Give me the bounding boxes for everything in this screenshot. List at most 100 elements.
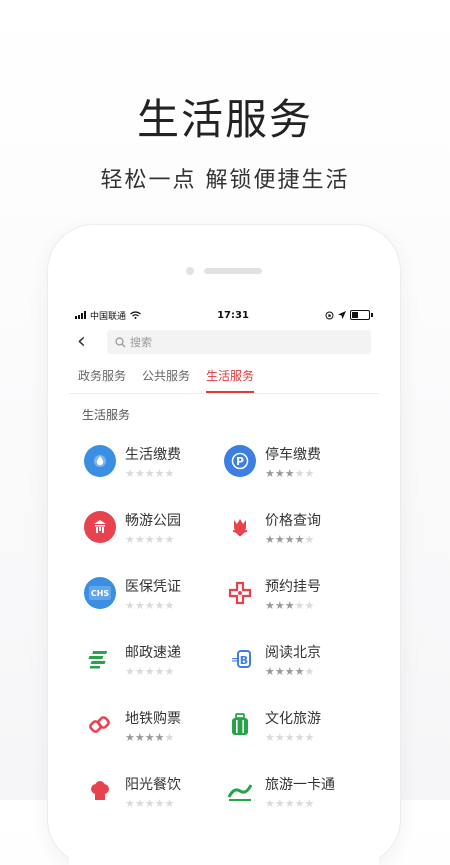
medical-insurance-icon: CHS — [84, 577, 116, 609]
lock-rotation-icon — [325, 311, 334, 319]
star-icon: ★ — [144, 466, 155, 480]
service-name: 生活缴费 — [125, 446, 181, 463]
service-name: 预约挂号 — [265, 578, 321, 595]
service-name: 阳光餐饮 — [125, 776, 181, 793]
book-icon: = B — [224, 643, 256, 675]
star-icon: ★ — [144, 598, 155, 612]
star-icon: ★ — [274, 532, 285, 546]
star-icon: ★ — [294, 730, 305, 744]
star-icon: ★ — [164, 466, 175, 480]
phone-screen: 中国联通 17:31 ‹ 搜索 政务服务 公共服务 生活服务 生活服务 生活缴费… — [69, 305, 379, 865]
carrier-label: 中国联通 — [90, 311, 127, 322]
service-name: 邮政速递 — [125, 644, 181, 661]
card-icon — [224, 775, 256, 807]
star-icon: ★ — [164, 598, 175, 612]
star-rating: ★ ★ ★ ★ ★ — [125, 600, 181, 611]
star-icon: ★ — [125, 532, 135, 546]
star-icon: ★ — [265, 730, 275, 744]
svg-text:B: B — [240, 654, 248, 667]
service-name: 医保凭证 — [125, 578, 181, 595]
star-rating: ★ ★ ★ ★ ★ — [265, 534, 321, 545]
star-icon: ★ — [265, 796, 275, 810]
search-input[interactable]: 搜索 — [107, 330, 371, 354]
star-icon: ★ — [284, 598, 295, 612]
droplet-icon — [84, 445, 116, 477]
camera-dot — [186, 267, 194, 275]
tab-bar: 政务服务 公共服务 生活服务 — [69, 363, 379, 394]
star-icon: ★ — [274, 664, 285, 678]
star-icon: ★ — [265, 598, 275, 612]
search-placeholder: 搜索 — [130, 336, 152, 349]
battery-icon — [349, 310, 370, 320]
service-item[interactable]: 地铁购票 ★ ★ ★ ★ ★ — [84, 703, 224, 747]
star-rating: ★ ★ ★ ★ ★ — [125, 732, 181, 743]
star-icon: ★ — [125, 664, 135, 678]
star-icon: ★ — [125, 796, 135, 810]
star-icon: ★ — [304, 730, 315, 744]
back-icon[interactable]: ‹ — [77, 331, 99, 353]
star-icon: ★ — [164, 664, 175, 678]
star-icon: ★ — [265, 532, 275, 546]
location-arrow-icon — [337, 311, 346, 319]
star-rating: ★ ★ ★ ★ ★ — [125, 666, 181, 677]
star-icon: ★ — [134, 796, 145, 810]
hero-subtitle: 轻松一点 解锁便捷生活 — [100, 168, 350, 193]
search-bar: ‹ 搜索 — [69, 327, 379, 357]
phone-frame: 中国联通 17:31 ‹ 搜索 政务服务 公共服务 生活服务 生活服务 生活缴费… — [48, 225, 400, 865]
service-item[interactable]: 畅游公园 ★ ★ ★ ★ ★ — [84, 505, 224, 549]
signal-icon — [75, 311, 86, 319]
post-icon — [84, 643, 116, 675]
star-icon: ★ — [125, 730, 135, 744]
star-icon: ★ — [154, 598, 165, 612]
star-icon: ★ — [284, 466, 295, 480]
star-rating: ★ ★ ★ ★ ★ — [265, 666, 321, 677]
service-item[interactable]: = B 阅读北京 ★ ★ ★ ★ ★ — [224, 637, 364, 681]
tab-life[interactable]: 生活服务 — [206, 367, 255, 393]
service-item[interactable]: 文化旅游 ★ ★ ★ ★ ★ — [224, 703, 364, 747]
tab-government[interactable]: 政务服务 — [78, 367, 126, 393]
star-icon: ★ — [274, 730, 285, 744]
svg-text:CHS: CHS — [91, 589, 110, 598]
star-rating: ★ ★ ★ ★ ★ — [265, 468, 321, 479]
star-icon: ★ — [304, 532, 315, 546]
star-icon: ★ — [164, 532, 175, 546]
star-icon: ★ — [274, 796, 285, 810]
service-item[interactable]: 旅游一卡通 ★ ★ ★ ★ ★ — [224, 769, 364, 813]
service-item[interactable]: 生活缴费 ★ ★ ★ ★ ★ — [84, 439, 224, 483]
star-icon: ★ — [284, 796, 295, 810]
service-item[interactable]: CHS 医保凭证 ★ ★ ★ ★ ★ — [84, 571, 224, 615]
service-name: 价格查询 — [265, 512, 321, 529]
star-icon: ★ — [154, 664, 165, 678]
service-item[interactable]: 预约挂号 ★ ★ ★ ★ ★ — [224, 571, 364, 615]
star-icon: ★ — [134, 598, 145, 612]
service-item[interactable]: 邮政速递 ★ ★ ★ ★ ★ — [84, 637, 224, 681]
star-icon: ★ — [294, 532, 305, 546]
service-grid: 生活缴费 ★ ★ ★ ★ ★ P 停车缴费 ★ ★ ★ ★ ★ 畅游公园 ★ ★ ★ ★ ★ 价格查询 ★ ★ ★ ★ ★ CHS… — [69, 429, 379, 813]
star-icon: ★ — [274, 598, 285, 612]
section-title: 生活服务 — [82, 408, 131, 422]
star-icon: ★ — [284, 532, 295, 546]
service-item[interactable]: P 停车缴费 ★ ★ ★ ★ ★ — [224, 439, 364, 483]
hospital-cross-icon — [224, 577, 256, 609]
star-rating: ★ ★ ★ ★ ★ — [265, 600, 321, 611]
park-icon — [84, 511, 116, 543]
status-bar: 中国联通 17:31 — [69, 305, 379, 325]
status-time: 17:31 — [217, 309, 249, 321]
metro-icon — [84, 709, 116, 741]
star-rating: ★ ★ ★ ★ ★ — [125, 798, 181, 809]
tab-public[interactable]: 公共服务 — [142, 367, 190, 393]
star-icon: ★ — [164, 796, 175, 810]
star-icon: ★ — [304, 664, 315, 678]
star-icon: ★ — [154, 730, 165, 744]
speaker-slot — [204, 268, 262, 274]
service-item[interactable]: 阳光餐饮 ★ ★ ★ ★ ★ — [84, 769, 224, 813]
star-icon: ★ — [294, 466, 305, 480]
service-item[interactable]: 价格查询 ★ ★ ★ ★ ★ — [224, 505, 364, 549]
star-icon: ★ — [154, 532, 165, 546]
star-icon: ★ — [154, 466, 165, 480]
star-icon: ★ — [144, 532, 155, 546]
star-icon: ★ — [164, 730, 175, 744]
star-rating: ★ ★ ★ ★ ★ — [125, 534, 181, 545]
service-name: 旅游一卡通 — [265, 776, 335, 793]
service-name: 畅游公园 — [125, 512, 181, 529]
